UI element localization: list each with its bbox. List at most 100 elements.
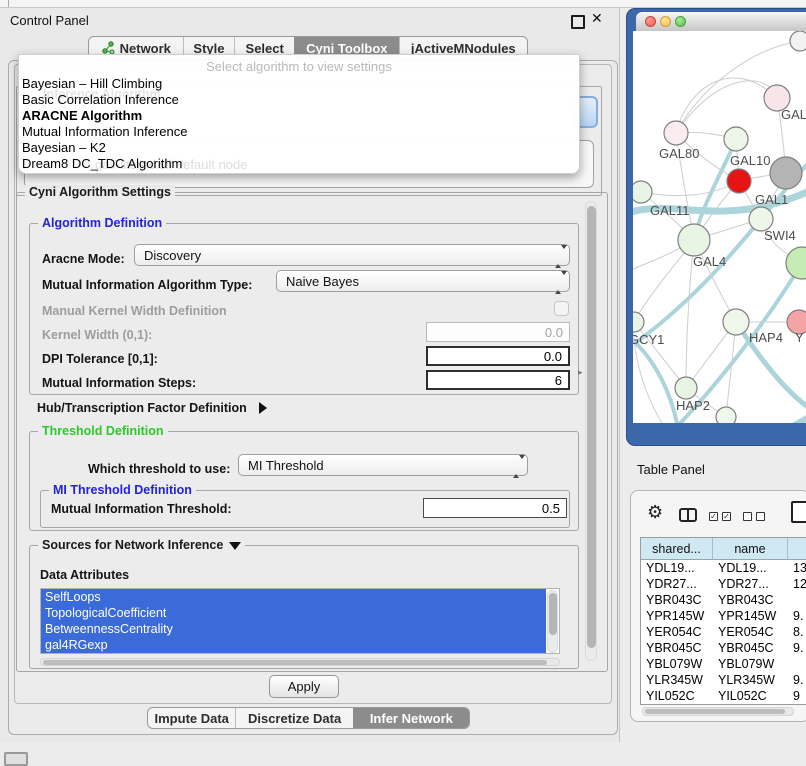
mi-threshold-field[interactable]: 0.5 — [423, 498, 567, 518]
table-cell: YBR045C — [713, 640, 788, 656]
aracne-mode-combo[interactable]: Discovery — [134, 244, 570, 266]
table-row[interactable]: YDR27...YDR27...12 — [641, 576, 806, 592]
spinner-arrows-icon — [555, 249, 562, 263]
scrollbar-thumb[interactable] — [43, 660, 547, 665]
algorithm-option[interactable]: Bayesian – K2 — [22, 140, 106, 155]
dropdown-placeholder: Select algorithm to view settings — [19, 59, 579, 74]
algorithm-option[interactable]: Mutual Information Inference — [22, 124, 187, 139]
float-window-icon[interactable] — [571, 15, 585, 29]
network-node-hap4[interactable] — [723, 309, 749, 335]
table-row[interactable]: YBL079WYBL079W — [641, 656, 806, 672]
table-row[interactable]: YPR145WYPR145W9. — [641, 608, 806, 624]
table-cell: YBR045C — [641, 640, 713, 656]
network-node[interactable] — [716, 407, 736, 423]
collapse-arrow-icon[interactable] — [229, 542, 241, 550]
splitter-handle-icon[interactable]: ▸ — [578, 367, 583, 378]
table-cell — [788, 656, 806, 672]
which-threshold-label: Which threshold to use: — [88, 462, 230, 476]
table-row[interactable]: YDL19...YDL19...13 — [641, 560, 806, 576]
split-panel-icon[interactable] — [679, 508, 697, 522]
network-node-gal4[interactable] — [678, 224, 710, 256]
table-rows: YDL19...YDL19...13YDR27...YDR27...12YBR0… — [641, 560, 806, 705]
algorithm-definition-group: Algorithm Definition Aracne Mode: Discov… — [29, 223, 579, 395]
attribute-item[interactable]: BetweennessCentrality — [41, 621, 546, 637]
algorithm-option[interactable]: Basic Correlation Inference — [22, 92, 179, 107]
column-header[interactable]: name — [713, 538, 788, 560]
mi-algorithm-type-combo[interactable]: Naive Bayes — [276, 270, 570, 292]
close-traffic-light[interactable] — [645, 16, 656, 27]
network-node[interactable] — [786, 247, 806, 279]
table-cell: 13 — [788, 560, 806, 576]
table-cell — [788, 592, 806, 608]
table-cell: YDL19... — [641, 560, 713, 576]
network-node[interactable] — [790, 31, 806, 51]
table-row[interactable]: YBR043CYBR043C — [641, 592, 806, 608]
table-row[interactable]: YBR045CYBR045C9. — [641, 640, 806, 656]
network-window-titlebar[interactable] — [636, 12, 806, 32]
network-node-gal80[interactable] — [664, 121, 688, 145]
deselect-all-checkbox-icon[interactable] — [756, 512, 765, 521]
new-table-icon[interactable] — [791, 501, 806, 523]
network-icon — [101, 41, 115, 55]
tab-discretize-data[interactable]: Discretize Data — [235, 708, 352, 728]
network-edge[interactable] — [641, 181, 739, 196]
network-node-gal1[interactable] — [727, 169, 751, 193]
scrollbar-thumb[interactable] — [587, 206, 596, 648]
mi-steps-field[interactable]: 6 — [426, 370, 570, 390]
column-header[interactable] — [788, 538, 806, 560]
screen: { "app": { "title": "Control Panel" }, "… — [0, 0, 806, 762]
algorithm-option[interactable]: ARACNE Algorithm — [22, 108, 142, 123]
algorithm-option[interactable]: Dream8 DC_TDC Algorithm — [22, 156, 182, 171]
table-cell: YDL19... — [713, 560, 788, 576]
column-header[interactable]: shared... — [641, 538, 713, 560]
select-all-checkbox-icon[interactable]: ✓ — [722, 512, 731, 521]
network-edge-highlighted[interactable] — [743, 401, 806, 423]
table-row[interactable]: YLR345WYLR345W9. — [641, 672, 806, 688]
table-horizontal-scrollbar[interactable] — [642, 707, 794, 716]
cyni-mode-tabs: Impute DataDiscretize DataInfer Network — [147, 707, 470, 729]
data-attributes-list[interactable]: SelfLoopsTopologicalCoefficientBetweenne… — [40, 588, 560, 654]
manual-kernel-checkbox[interactable] — [554, 301, 569, 316]
scrollbar-thumb[interactable] — [549, 593, 557, 635]
network-view-window: GAL2GAL80GAL10GAL1GAL11SWI4GAL4HAP4YGCY1… — [626, 8, 806, 446]
network-canvas[interactable]: GAL2GAL80GAL10GAL1GAL11SWI4GAL4HAP4YGCY1… — [633, 31, 806, 423]
table-cell: YLR345W — [641, 672, 713, 688]
hub-definition-toggle[interactable]: Hub/Transcription Factor Definition — [37, 399, 267, 417]
network-node-gal11[interactable] — [633, 181, 652, 203]
network-node[interactable] — [770, 157, 802, 189]
apply-button[interactable]: Apply — [269, 675, 339, 698]
network-node-gal10[interactable] — [724, 127, 748, 151]
table-row[interactable]: YIL052CYIL052C9 — [641, 688, 806, 704]
settings-vertical-scrollbar[interactable] — [585, 201, 597, 661]
scrollbar-thumb[interactable] — [645, 709, 785, 714]
attribute-item[interactable]: SelfLoops — [41, 589, 546, 605]
attribute-item[interactable]: gal4RGexp — [41, 637, 546, 653]
algorithm-option[interactable]: Bayesian – Hill Climbing — [22, 76, 162, 91]
kernel-width-label: Kernel Width (0,1): — [42, 328, 152, 342]
network-node-gcy1[interactable] — [633, 312, 644, 332]
tab-impute-data[interactable]: Impute Data — [148, 708, 235, 728]
network-edge-highlighted[interactable] — [633, 336, 680, 423]
network-node-hap2[interactable] — [675, 377, 697, 399]
list-vertical-scrollbar[interactable] — [547, 590, 558, 653]
deselect-all-checkbox-icon[interactable] — [743, 512, 752, 521]
minimize-traffic-light[interactable] — [660, 16, 671, 27]
zoom-traffic-light[interactable] — [675, 16, 686, 27]
select-all-checkbox-icon[interactable]: ✓ — [709, 512, 718, 521]
kernel-width-field[interactable]: 0.0 — [426, 322, 570, 342]
network-edge[interactable] — [676, 81, 777, 133]
close-icon[interactable]: ✕ — [591, 10, 603, 27]
tab-infer-network[interactable]: Infer Network — [353, 708, 469, 728]
group-title: MI Threshold Definition — [49, 483, 196, 497]
table-cell: YER054C — [713, 624, 788, 640]
attribute-item[interactable]: TopologicalCoefficient — [41, 605, 546, 621]
sources-title: Sources for Network Inference — [42, 538, 223, 552]
table-row[interactable]: YER054CYER054C8. — [641, 624, 806, 640]
node-label: HAP4 — [749, 330, 783, 345]
gear-icon[interactable]: ⚙ — [647, 503, 663, 521]
which-threshold-combo[interactable]: MI Threshold — [238, 454, 528, 476]
dpi-tolerance-field[interactable]: 0.0 — [426, 346, 570, 366]
group-title: Threshold Definition — [38, 424, 168, 438]
docked-window-icon[interactable] — [4, 752, 28, 766]
list-horizontal-scrollbar[interactable] — [40, 658, 560, 666]
